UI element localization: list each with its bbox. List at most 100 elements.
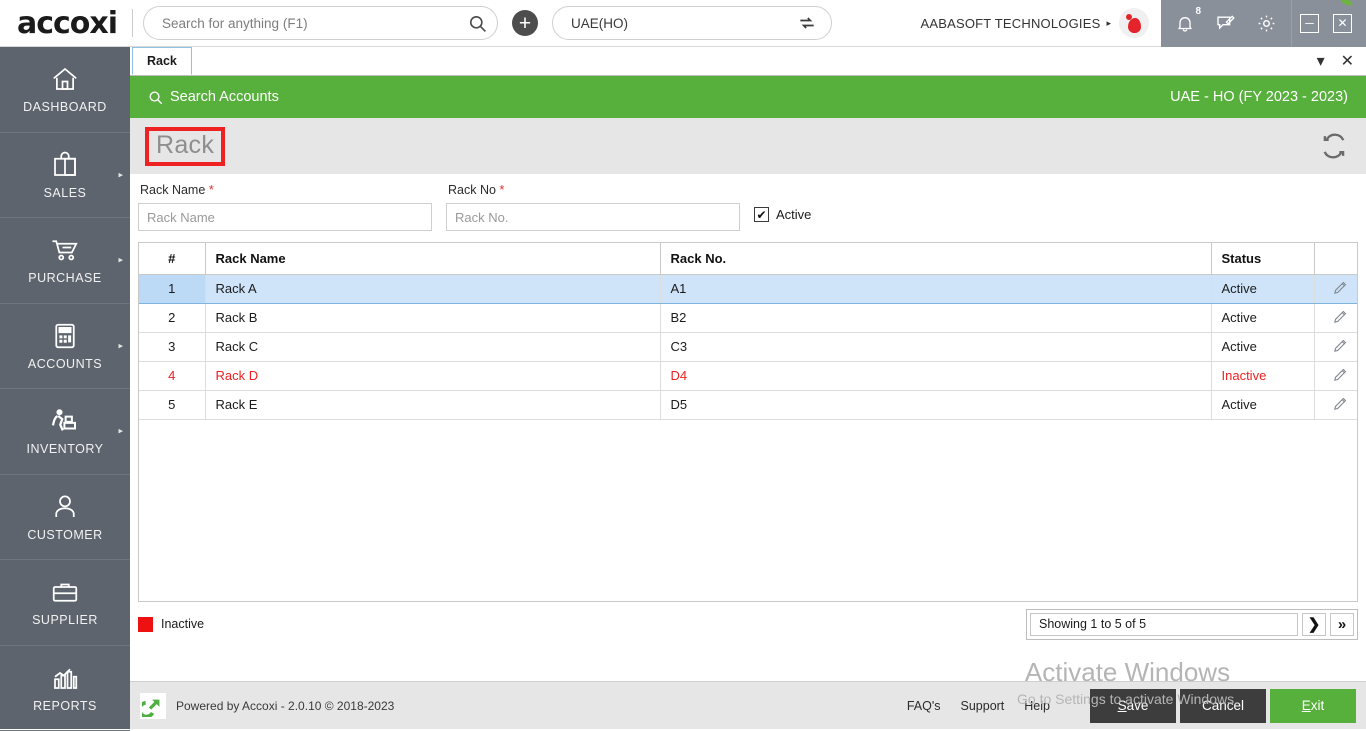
footer-link-support[interactable]: Support <box>961 699 1005 713</box>
company-name: AABASOFT TECHNOLOGIES <box>920 16 1100 31</box>
column-header-no[interactable]: Rack No. <box>660 243 1211 274</box>
accoxi-footer-logo <box>140 693 166 719</box>
edit-pencil-icon[interactable] <box>1332 366 1349 386</box>
bar-chart-icon <box>48 663 82 693</box>
footer-link-help[interactable]: Help <box>1024 699 1050 713</box>
search-icon <box>148 90 163 105</box>
cell-edit[interactable] <box>1314 390 1358 419</box>
cell-status: Active <box>1211 390 1314 419</box>
search-accounts-button[interactable]: Search Accounts <box>148 89 279 105</box>
notification-badge: 8 <box>1195 6 1201 17</box>
rack-name-label-text: Rack Name <box>140 183 205 197</box>
table-row[interactable]: 1Rack AA1Active <box>139 274 1358 303</box>
column-header-name[interactable]: Rack Name <box>205 243 660 274</box>
branch-selector[interactable]: UAE(HO) <box>552 6 832 40</box>
sidebar-item-inventory[interactable]: INVENTORY ▸ <box>0 389 130 475</box>
sidebar-item-accounts[interactable]: ACCOUNTS ▸ <box>0 304 130 390</box>
notifications-button[interactable]: 8 <box>1175 13 1195 34</box>
refresh-button[interactable] <box>1320 132 1348 160</box>
cell-status: Inactive <box>1211 361 1314 390</box>
cell-edit[interactable] <box>1314 274 1358 303</box>
cell-no: C3 <box>660 332 1211 361</box>
next-page-button[interactable]: ❯ <box>1302 613 1326 636</box>
cell-name: Rack C <box>205 332 660 361</box>
save-button[interactable]: Save <box>1090 689 1176 723</box>
search-icon <box>468 14 487 33</box>
table-row[interactable]: 4Rack DD4Inactive <box>139 361 1358 390</box>
search-input[interactable] <box>162 16 468 31</box>
rack-form: Rack Name * Rack No * ✔ Active <box>130 174 1366 242</box>
sidebar-item-purchase[interactable]: PURCHASE ▸ <box>0 218 130 304</box>
company-area: AABASOFT TECHNOLOGIES ▸ <box>920 0 1161 47</box>
accoxi-arrow-icon <box>142 695 164 717</box>
minimize-button[interactable]: ─ <box>1300 14 1319 33</box>
active-checkbox-group[interactable]: ✔ Active <box>754 207 811 222</box>
person-icon <box>49 492 81 522</box>
refresh-icon <box>1320 132 1348 160</box>
edit-pencil-icon[interactable] <box>1332 279 1349 299</box>
cancel-button[interactable]: Cancel <box>1180 689 1266 723</box>
gear-icon <box>1256 13 1277 34</box>
sidebar-label: SUPPLIER <box>32 613 98 627</box>
rack-name-input[interactable] <box>138 203 432 231</box>
cell-edit[interactable] <box>1314 332 1358 361</box>
cell-name: Rack A <box>205 274 660 303</box>
rack-no-input[interactable] <box>446 203 740 231</box>
sidebar-item-supplier[interactable]: SUPPLIER <box>0 560 130 646</box>
messages-button[interactable] <box>1215 13 1236 33</box>
table-row[interactable]: 3Rack CC3Active <box>139 332 1358 361</box>
cell-no: D4 <box>660 361 1211 390</box>
column-header-index[interactable]: # <box>139 243 205 274</box>
required-marker: * <box>209 182 214 197</box>
cell-index: 1 <box>139 274 205 303</box>
sidebar-item-dashboard[interactable]: DASHBOARD <box>0 47 130 133</box>
shopping-bag-icon <box>49 150 81 180</box>
sidebar-label: PURCHASE <box>28 271 101 285</box>
tab-rack[interactable]: Rack <box>132 47 192 75</box>
add-new-button[interactable]: + <box>512 10 538 36</box>
column-header-edit <box>1314 243 1358 274</box>
table-body: 1Rack AA1Active2Rack BB2Active3Rack CC3A… <box>139 274 1358 419</box>
sidebar-item-customer[interactable]: CUSTOMER <box>0 475 130 561</box>
calculator-icon <box>50 321 80 351</box>
cell-edit[interactable] <box>1314 303 1358 332</box>
tab-close-icon[interactable]: ✕ <box>1341 51 1354 71</box>
cell-name: Rack D <box>205 361 660 390</box>
main-panel: Rack ▾ ✕ Search Accounts UAE - HO (FY 20… <box>130 47 1366 729</box>
page-title-bar: Rack <box>130 118 1366 174</box>
close-window-button[interactable]: ✕ <box>1333 14 1352 33</box>
settings-button[interactable] <box>1256 13 1277 34</box>
table-row[interactable]: 5Rack ED5Active <box>139 390 1358 419</box>
rack-no-field-group: Rack No * <box>446 182 740 231</box>
rack-table-container: # Rack Name Rack No. Status 1Rack AA1Act… <box>138 242 1358 602</box>
sidebar-label: CUSTOMER <box>27 528 102 542</box>
inactive-legend-label: Inactive <box>161 617 204 631</box>
company-caret-icon[interactable]: ▸ <box>1106 18 1111 29</box>
global-search[interactable] <box>143 6 498 40</box>
avatar-drop-large-icon <box>1128 18 1141 33</box>
tab-label: Rack <box>147 54 177 68</box>
switch-branch-icon[interactable] <box>797 13 817 33</box>
footer-link-faqs[interactable]: FAQ's <box>907 699 941 713</box>
column-header-status[interactable]: Status <box>1211 243 1314 274</box>
last-page-button[interactable]: » <box>1330 613 1354 636</box>
sidebar-item-sales[interactable]: SALES ▸ <box>0 133 130 219</box>
edit-pencil-icon[interactable] <box>1332 337 1349 357</box>
tab-tools: ▾ ✕ <box>1317 51 1366 75</box>
avatar[interactable] <box>1119 8 1149 38</box>
logo-divider <box>132 9 133 37</box>
rack-table: # Rack Name Rack No. Status 1Rack AA1Act… <box>139 243 1358 420</box>
cell-edit[interactable] <box>1314 361 1358 390</box>
table-row[interactable]: 2Rack BB2Active <box>139 303 1358 332</box>
table-head: # Rack Name Rack No. Status <box>139 243 1358 274</box>
active-checkbox[interactable]: ✔ <box>754 207 769 222</box>
sidebar-label: ACCOUNTS <box>28 357 102 371</box>
cell-no: A1 <box>660 274 1211 303</box>
branch-fy-label: UAE - HO (FY 2023 - 2023) <box>1170 89 1348 105</box>
sidebar-item-reports[interactable]: REPORTS <box>0 646 130 731</box>
tab-dropdown-icon[interactable]: ▾ <box>1317 51 1325 71</box>
cell-index: 2 <box>139 303 205 332</box>
edit-pencil-icon[interactable] <box>1332 308 1349 328</box>
edit-pencil-icon[interactable] <box>1332 395 1349 415</box>
exit-button[interactable]: Exit <box>1270 689 1356 723</box>
